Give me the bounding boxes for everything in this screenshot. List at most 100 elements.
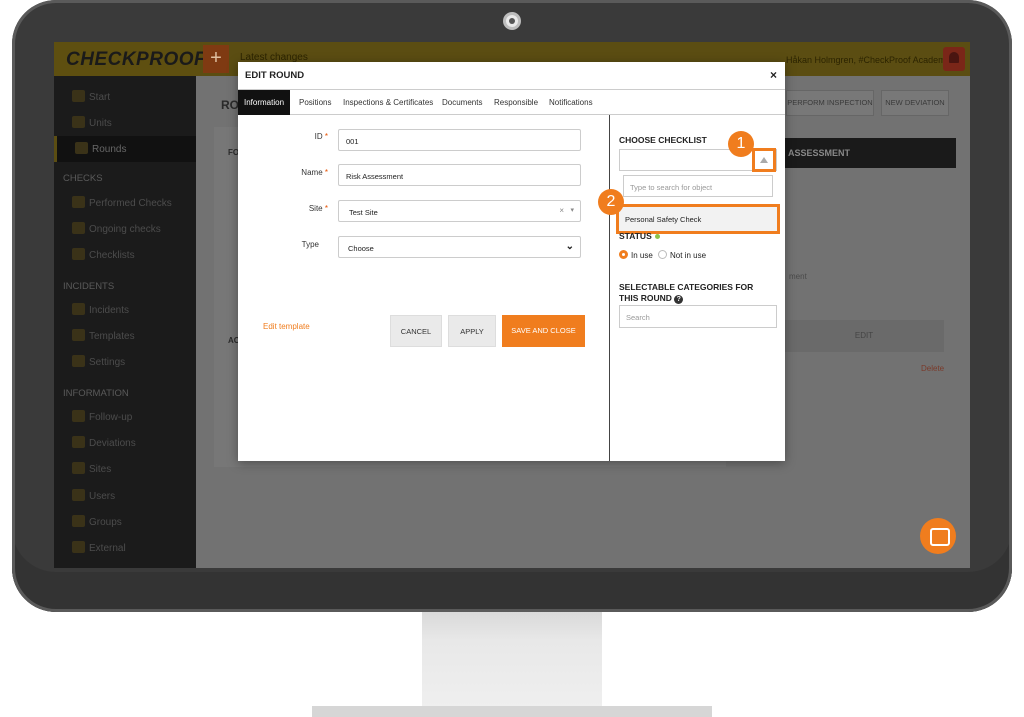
- sidebar-item-users[interactable]: Users: [54, 483, 196, 509]
- tab-documents[interactable]: Documents: [436, 90, 488, 115]
- close-icon[interactable]: ×: [770, 68, 777, 82]
- tab-responsible[interactable]: Responsible: [488, 90, 544, 115]
- app-logo[interactable]: CHECKPROOF: [54, 42, 206, 76]
- clipboard-icon: [72, 222, 85, 234]
- sidebar-item-templates[interactable]: Templates: [54, 323, 196, 349]
- id-field[interactable]: 001: [338, 129, 581, 151]
- add-button[interactable]: +: [203, 45, 229, 73]
- type-value: Choose: [348, 244, 374, 253]
- route-icon: [75, 142, 88, 154]
- chat-icon[interactable]: [920, 518, 956, 554]
- site-value: Test Site: [349, 208, 378, 217]
- sidebar-item-sites[interactable]: Sites: [54, 456, 196, 482]
- monitor-stand: [422, 612, 602, 707]
- webcam-icon: [503, 12, 521, 30]
- radio-not-in-use[interactable]: Not in use: [658, 250, 706, 260]
- chevron-down-icon[interactable]: ⌄: [566, 241, 574, 252]
- sidebar-item-groups[interactable]: Groups: [54, 509, 196, 535]
- perform-inspection-button[interactable]: PERFORM INSPECTION: [786, 90, 874, 116]
- sidebar-item-performed-checks[interactable]: Performed Checks: [54, 190, 196, 216]
- tab-positions[interactable]: Positions: [293, 90, 337, 115]
- status-dot-icon: [654, 234, 660, 240]
- template-icon: [72, 329, 85, 341]
- type-select[interactable]: Choose ⌄: [338, 236, 581, 258]
- column-divider: [609, 115, 610, 461]
- name-label: Name *: [301, 168, 328, 177]
- sidebar-item-label: Sites: [89, 464, 112, 475]
- sidebar-item-label: Incidents: [89, 305, 130, 316]
- categories-label: SELECTABLE CATEGORIES FOR THIS ROUND ?: [619, 282, 754, 304]
- chart-icon: [72, 410, 85, 422]
- dropdown-arrow-icon[interactable]: [752, 148, 776, 172]
- section-checks: CHECKS: [63, 173, 103, 184]
- site-select[interactable]: Test Site × ▾: [338, 200, 581, 222]
- delete-link[interactable]: Delete: [921, 364, 944, 373]
- radio-unselected-icon[interactable]: [658, 250, 667, 259]
- site-label: Site *: [308, 204, 328, 213]
- modal-tabs: Information Positions Inspections & Cert…: [238, 89, 785, 115]
- choose-checklist-label: CHOOSE CHECKLIST: [619, 135, 707, 145]
- sidebar-item-label: Start: [89, 92, 111, 103]
- name-field[interactable]: Risk Assessment: [338, 164, 581, 186]
- tab-information[interactable]: Information: [238, 90, 291, 115]
- globe-icon: [72, 462, 85, 474]
- bell-icon[interactable]: [943, 47, 965, 71]
- assessment-header: ASSESSMENT: [776, 138, 956, 168]
- save-and-close-button[interactable]: SAVE AND CLOSE: [502, 315, 585, 347]
- incident-icon: [72, 303, 85, 315]
- apply-button[interactable]: APPLY: [448, 315, 496, 347]
- radio-in-use[interactable]: In use: [619, 250, 653, 260]
- edit-template-link[interactable]: Edit template: [263, 322, 310, 331]
- sidebar-item-label: Templates: [89, 331, 135, 342]
- sidebar-item-label: Deviations: [89, 438, 136, 449]
- help-icon[interactable]: ?: [674, 295, 684, 304]
- sidebar-item-label: External: [89, 543, 126, 554]
- external-icon: [72, 541, 85, 553]
- sidebar-item-label: Performed Checks: [89, 198, 172, 209]
- type-label: Type: [301, 240, 319, 249]
- checklist-search-input[interactable]: Type to search for object: [623, 175, 773, 197]
- screen: CHECKPROOF + Latest changes Håkan Holmgr…: [54, 42, 970, 568]
- page-title: RO: [221, 98, 239, 112]
- radio-selected-icon[interactable]: [619, 250, 628, 259]
- new-deviation-button[interactable]: NEW DEVIATION: [881, 90, 949, 116]
- clear-icon[interactable]: ×: [559, 206, 564, 215]
- callout-1: 1: [728, 131, 754, 157]
- tab-notifications[interactable]: Notifications: [543, 90, 599, 115]
- sidebar-item-deviations[interactable]: Deviations: [54, 430, 196, 456]
- sidebar-item-rounds[interactable]: Rounds: [54, 136, 196, 162]
- list-icon: [72, 248, 85, 260]
- sidebar-item-label: Follow-up: [89, 412, 133, 423]
- sidebar-item-label: Rounds: [92, 144, 127, 155]
- truck-icon: [72, 116, 85, 128]
- sidebar-item-incidents[interactable]: Incidents: [54, 297, 196, 323]
- sidebar-item-ongoing-checks[interactable]: Ongoing checks: [54, 216, 196, 242]
- modal-title: EDIT ROUND: [245, 70, 305, 81]
- cancel-button[interactable]: CANCEL: [390, 315, 442, 347]
- sidebar-item-follow-up[interactable]: Follow-up: [54, 404, 196, 430]
- sidebar-item-label: Users: [89, 491, 116, 502]
- tab-inspections-certificates[interactable]: Inspections & Certificates: [337, 90, 439, 115]
- sidebar-item-label: Ongoing checks: [89, 224, 161, 235]
- sidebar-item-settings[interactable]: Settings: [54, 349, 196, 375]
- callout-2: 2: [598, 189, 624, 215]
- edit-round-modal: EDIT ROUND × Information Positions Inspe…: [238, 62, 785, 461]
- sidebar-item-start[interactable]: Start: [54, 84, 196, 110]
- dropdown-option[interactable]: Personal Safety Check: [616, 204, 780, 234]
- check-circle-icon: [72, 196, 85, 208]
- chevron-down-icon[interactable]: ▾: [570, 206, 574, 214]
- status-label: STATUS: [619, 231, 660, 241]
- settings-icon: [72, 355, 85, 367]
- home-icon: [72, 90, 85, 102]
- group-icon: [72, 515, 85, 527]
- section-information: INFORMATION: [63, 388, 129, 399]
- sidebar-item-external[interactable]: External: [54, 535, 196, 561]
- monitor-base: [312, 706, 712, 717]
- user-icon: [72, 489, 85, 501]
- sidebar-item-units[interactable]: Units: [54, 110, 196, 136]
- warning-icon: [72, 436, 85, 448]
- background-edit-button[interactable]: EDIT: [784, 320, 944, 352]
- sidebar-item-checklists[interactable]: Checklists: [54, 242, 196, 268]
- user-menu[interactable]: Håkan Holmgren, #CheckProof Academy ▾: [786, 55, 957, 66]
- categories-search-input[interactable]: Search: [619, 305, 777, 328]
